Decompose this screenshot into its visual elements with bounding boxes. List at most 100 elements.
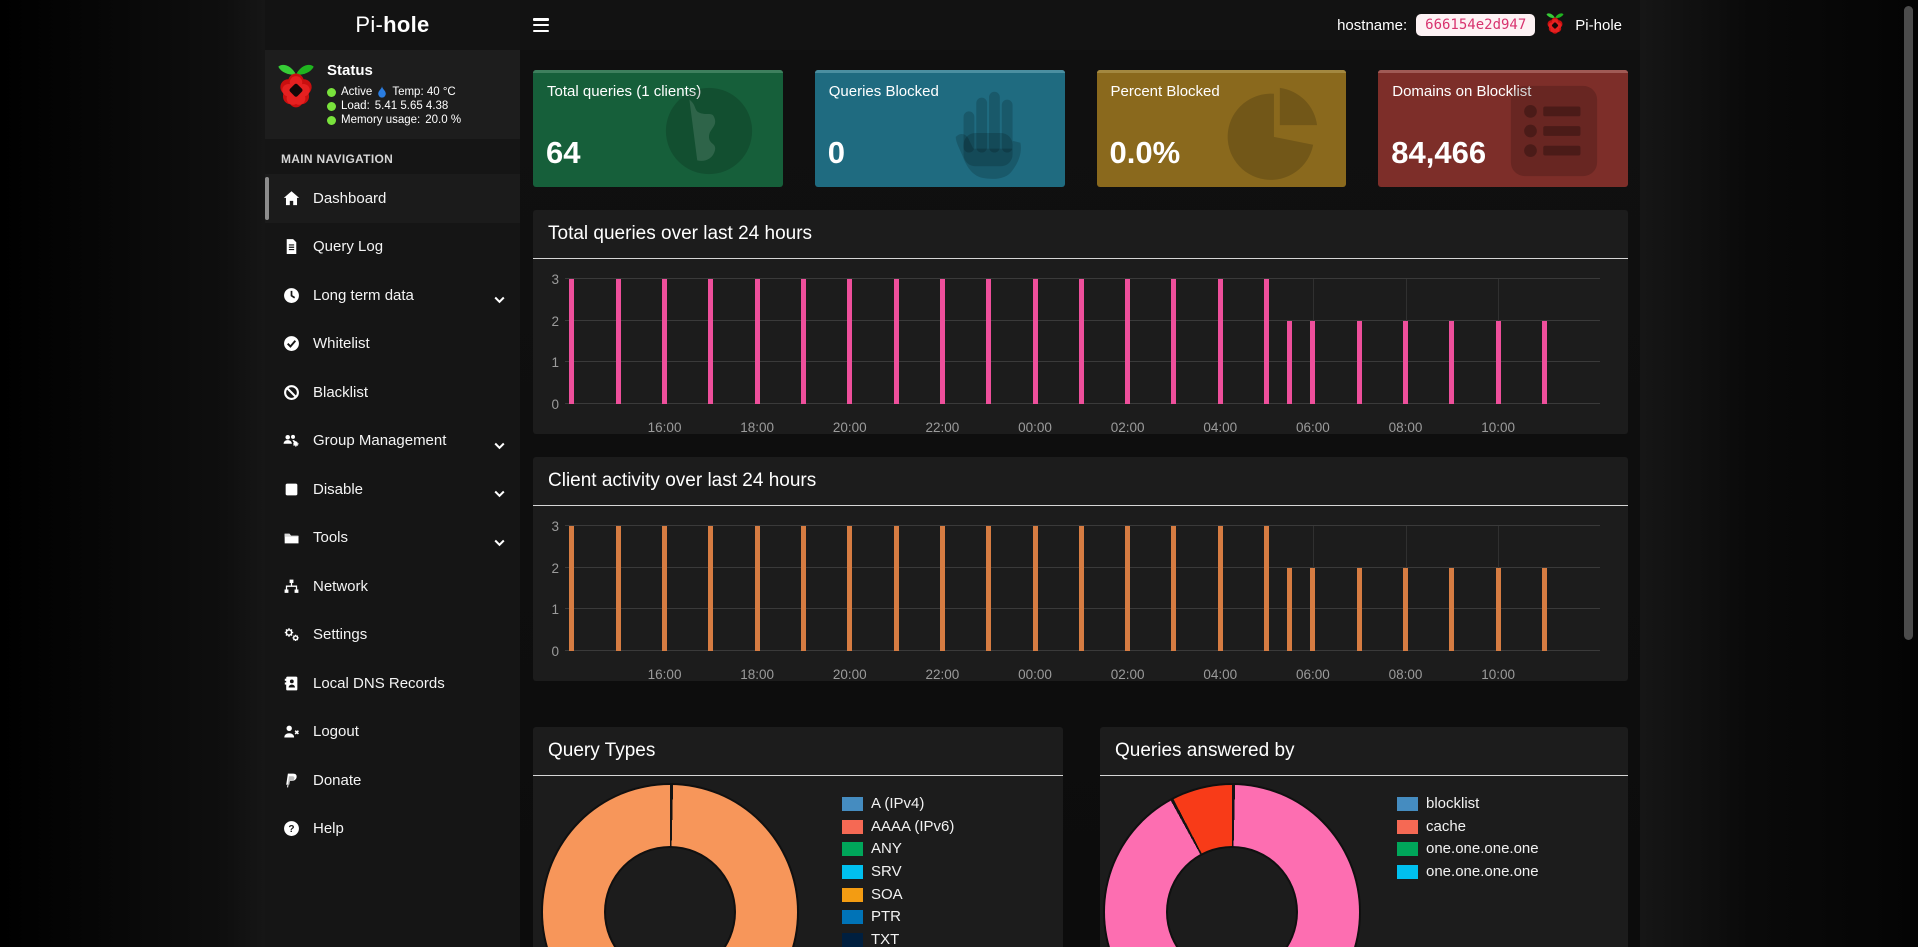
donut-charts-row: Query Types A (IPv4)AAAA (IPv6)ANYSRVSOA… <box>533 704 1628 947</box>
legend-item[interactable]: PTR <box>842 906 954 929</box>
sidebar-item-label: Network <box>313 578 368 595</box>
sidebar-item-label: Dashboard <box>313 190 386 207</box>
data-bar <box>1079 526 1084 651</box>
data-bar <box>1542 321 1547 404</box>
chevron-down-icon <box>494 437 505 454</box>
data-bar <box>847 279 852 404</box>
sidebar-item-logout[interactable]: Logout <box>265 708 520 757</box>
globe-icon <box>649 82 769 180</box>
sidebar-item-network[interactable]: Network <box>265 562 520 611</box>
panel-header: Queries answered by <box>1100 727 1628 776</box>
sidebar-item-local-dns-records[interactable]: Local DNS Records <box>265 659 520 708</box>
legend-label: blocklist <box>1426 797 1479 811</box>
desktop-background-left <box>0 0 265 947</box>
sidebar-brand[interactable]: Pi-hole <box>265 0 520 50</box>
data-bar <box>1310 568 1315 651</box>
status-title: Status <box>327 62 461 79</box>
sidebar-item-tools[interactable]: Tools <box>265 514 520 563</box>
main-content: Total queries (1 clients)64Queries Block… <box>520 50 1640 947</box>
legend-label: one.one.one.one <box>1426 842 1539 856</box>
data-bar <box>1171 279 1176 404</box>
data-bar <box>1496 568 1501 651</box>
client-activity-chart: 012316:0018:0020:0022:0000:0002:0004:000… <box>533 506 1628 681</box>
x-axis-tick-label: 18:00 <box>740 667 774 682</box>
card-value: 0.0% <box>1110 135 1181 171</box>
total-queries-chart: 012316:0018:0020:0022:0000:0002:0004:000… <box>533 259 1628 434</box>
x-axis-tick-label: 02:00 <box>1111 667 1145 682</box>
sidebar-item-group-management[interactable]: Group Management <box>265 417 520 466</box>
file-icon <box>282 238 300 255</box>
temperature-flame-icon <box>377 86 387 99</box>
data-bar <box>986 526 991 651</box>
panel-header: Total queries over last 24 hours <box>533 210 1628 259</box>
check-circle-icon <box>282 335 300 352</box>
top-navbar: Pi-hole hostname: 666154e2d947 Pi-hole <box>265 0 1640 50</box>
data-bar <box>894 526 899 651</box>
address-book-icon <box>282 675 300 692</box>
legend-item[interactable]: TXT <box>842 929 954 947</box>
status-panel: Status ActiveTemp: 40 °CLoad:5.41 5.65 4… <box>265 50 520 139</box>
sidebar-item-label: Donate <box>313 772 361 789</box>
data-bar <box>1310 321 1315 404</box>
sidebar-item-donate[interactable]: Donate <box>265 756 520 805</box>
data-bar <box>1496 321 1501 404</box>
data-bar <box>755 279 760 404</box>
data-bar <box>1403 321 1408 404</box>
card-top-strip <box>1097 70 1347 73</box>
pihole-admin-page: Pi-hole hostname: 666154e2d947 Pi-hole S… <box>265 0 1640 947</box>
data-bar <box>1357 321 1362 404</box>
raspberry-logo-icon <box>1544 11 1566 39</box>
query-types-chart: A (IPv4)AAAA (IPv6)ANYSRVSOAPTRTXTNAPTR <box>533 776 1063 947</box>
sidebar-item-blacklist[interactable]: Blacklist <box>265 368 520 417</box>
help-icon: ? <box>282 820 300 837</box>
queries-answered-by-panel: Queries answered by blocklist cache one.on… <box>1100 727 1628 947</box>
status-info: Status ActiveTemp: 40 °CLoad:5.41 5.65 4… <box>327 60 461 127</box>
status-ok-dot-icon <box>327 88 336 97</box>
home-icon <box>282 190 300 207</box>
hamburger-menu-icon[interactable] <box>533 18 549 32</box>
y-axis-tick-label: 0 <box>533 644 559 659</box>
x-axis-tick-label: 18:00 <box>740 420 774 435</box>
data-bar <box>1033 526 1038 651</box>
legend-item[interactable]: A (IPv4) <box>842 793 954 816</box>
legend-item[interactable]: AAAA (IPv6) <box>842 816 954 839</box>
clock-icon <box>282 287 300 304</box>
legend-item[interactable]: cache <box>1397 816 1539 839</box>
x-axis-tick-label: 06:00 <box>1296 667 1330 682</box>
sidebar-item-label: Long term data <box>313 287 414 304</box>
legend-label: ANY <box>871 842 902 856</box>
sidebar-item-dashboard[interactable]: Dashboard <box>265 174 520 223</box>
x-axis-tick-label: 10:00 <box>1481 667 1515 682</box>
sidebar-item-help[interactable]: ?Help <box>265 805 520 854</box>
data-bar <box>1218 526 1223 651</box>
sidebar-item-whitelist[interactable]: Whitelist <box>265 320 520 369</box>
sidebar-item-long-term-data[interactable]: Long term data <box>265 271 520 320</box>
chevron-down-icon <box>494 485 505 502</box>
svg-text:?: ? <box>288 824 294 835</box>
vertical-scrollbar-thumb[interactable] <box>1904 6 1913 640</box>
query-types-panel: Query Types A (IPv4)AAAA (IPv6)ANYSRVSOA… <box>533 727 1063 947</box>
legend-item[interactable]: one.one.one.one <box>1397 838 1539 861</box>
card-value: 84,466 <box>1391 135 1486 171</box>
legend-item[interactable]: SRV <box>842 861 954 884</box>
legend-swatch <box>1397 842 1418 856</box>
legend-item[interactable]: blocklist <box>1397 793 1539 816</box>
summary-card-domains-on-blocklist: Domains on Blocklist84,466 <box>1378 70 1628 187</box>
status-row: Memory usage:20.0 % <box>327 113 461 127</box>
legend-item[interactable]: one.one.one.one <box>1397 861 1539 884</box>
sidebar-item-query-log[interactable]: Query Log <box>265 223 520 272</box>
status-text: Load: <box>341 99 370 113</box>
data-bar <box>894 279 899 404</box>
data-bar <box>1033 279 1038 404</box>
x-axis-tick-label: 20:00 <box>833 420 867 435</box>
summary-cards-row: Total queries (1 clients)64Queries Block… <box>533 70 1628 187</box>
legend-item[interactable]: SOA <box>842 883 954 906</box>
sidebar-item-disable[interactable]: Disable <box>265 465 520 514</box>
legend-swatch <box>842 888 863 902</box>
legend-item[interactable]: ANY <box>842 838 954 861</box>
status-ok-dot-icon <box>327 102 336 111</box>
navbar-brand-label: Pi-hole <box>1575 17 1622 34</box>
sidebar-item-settings[interactable]: Settings <box>265 611 520 660</box>
data-bar <box>1403 568 1408 651</box>
y-axis-tick-label: 2 <box>533 314 559 329</box>
